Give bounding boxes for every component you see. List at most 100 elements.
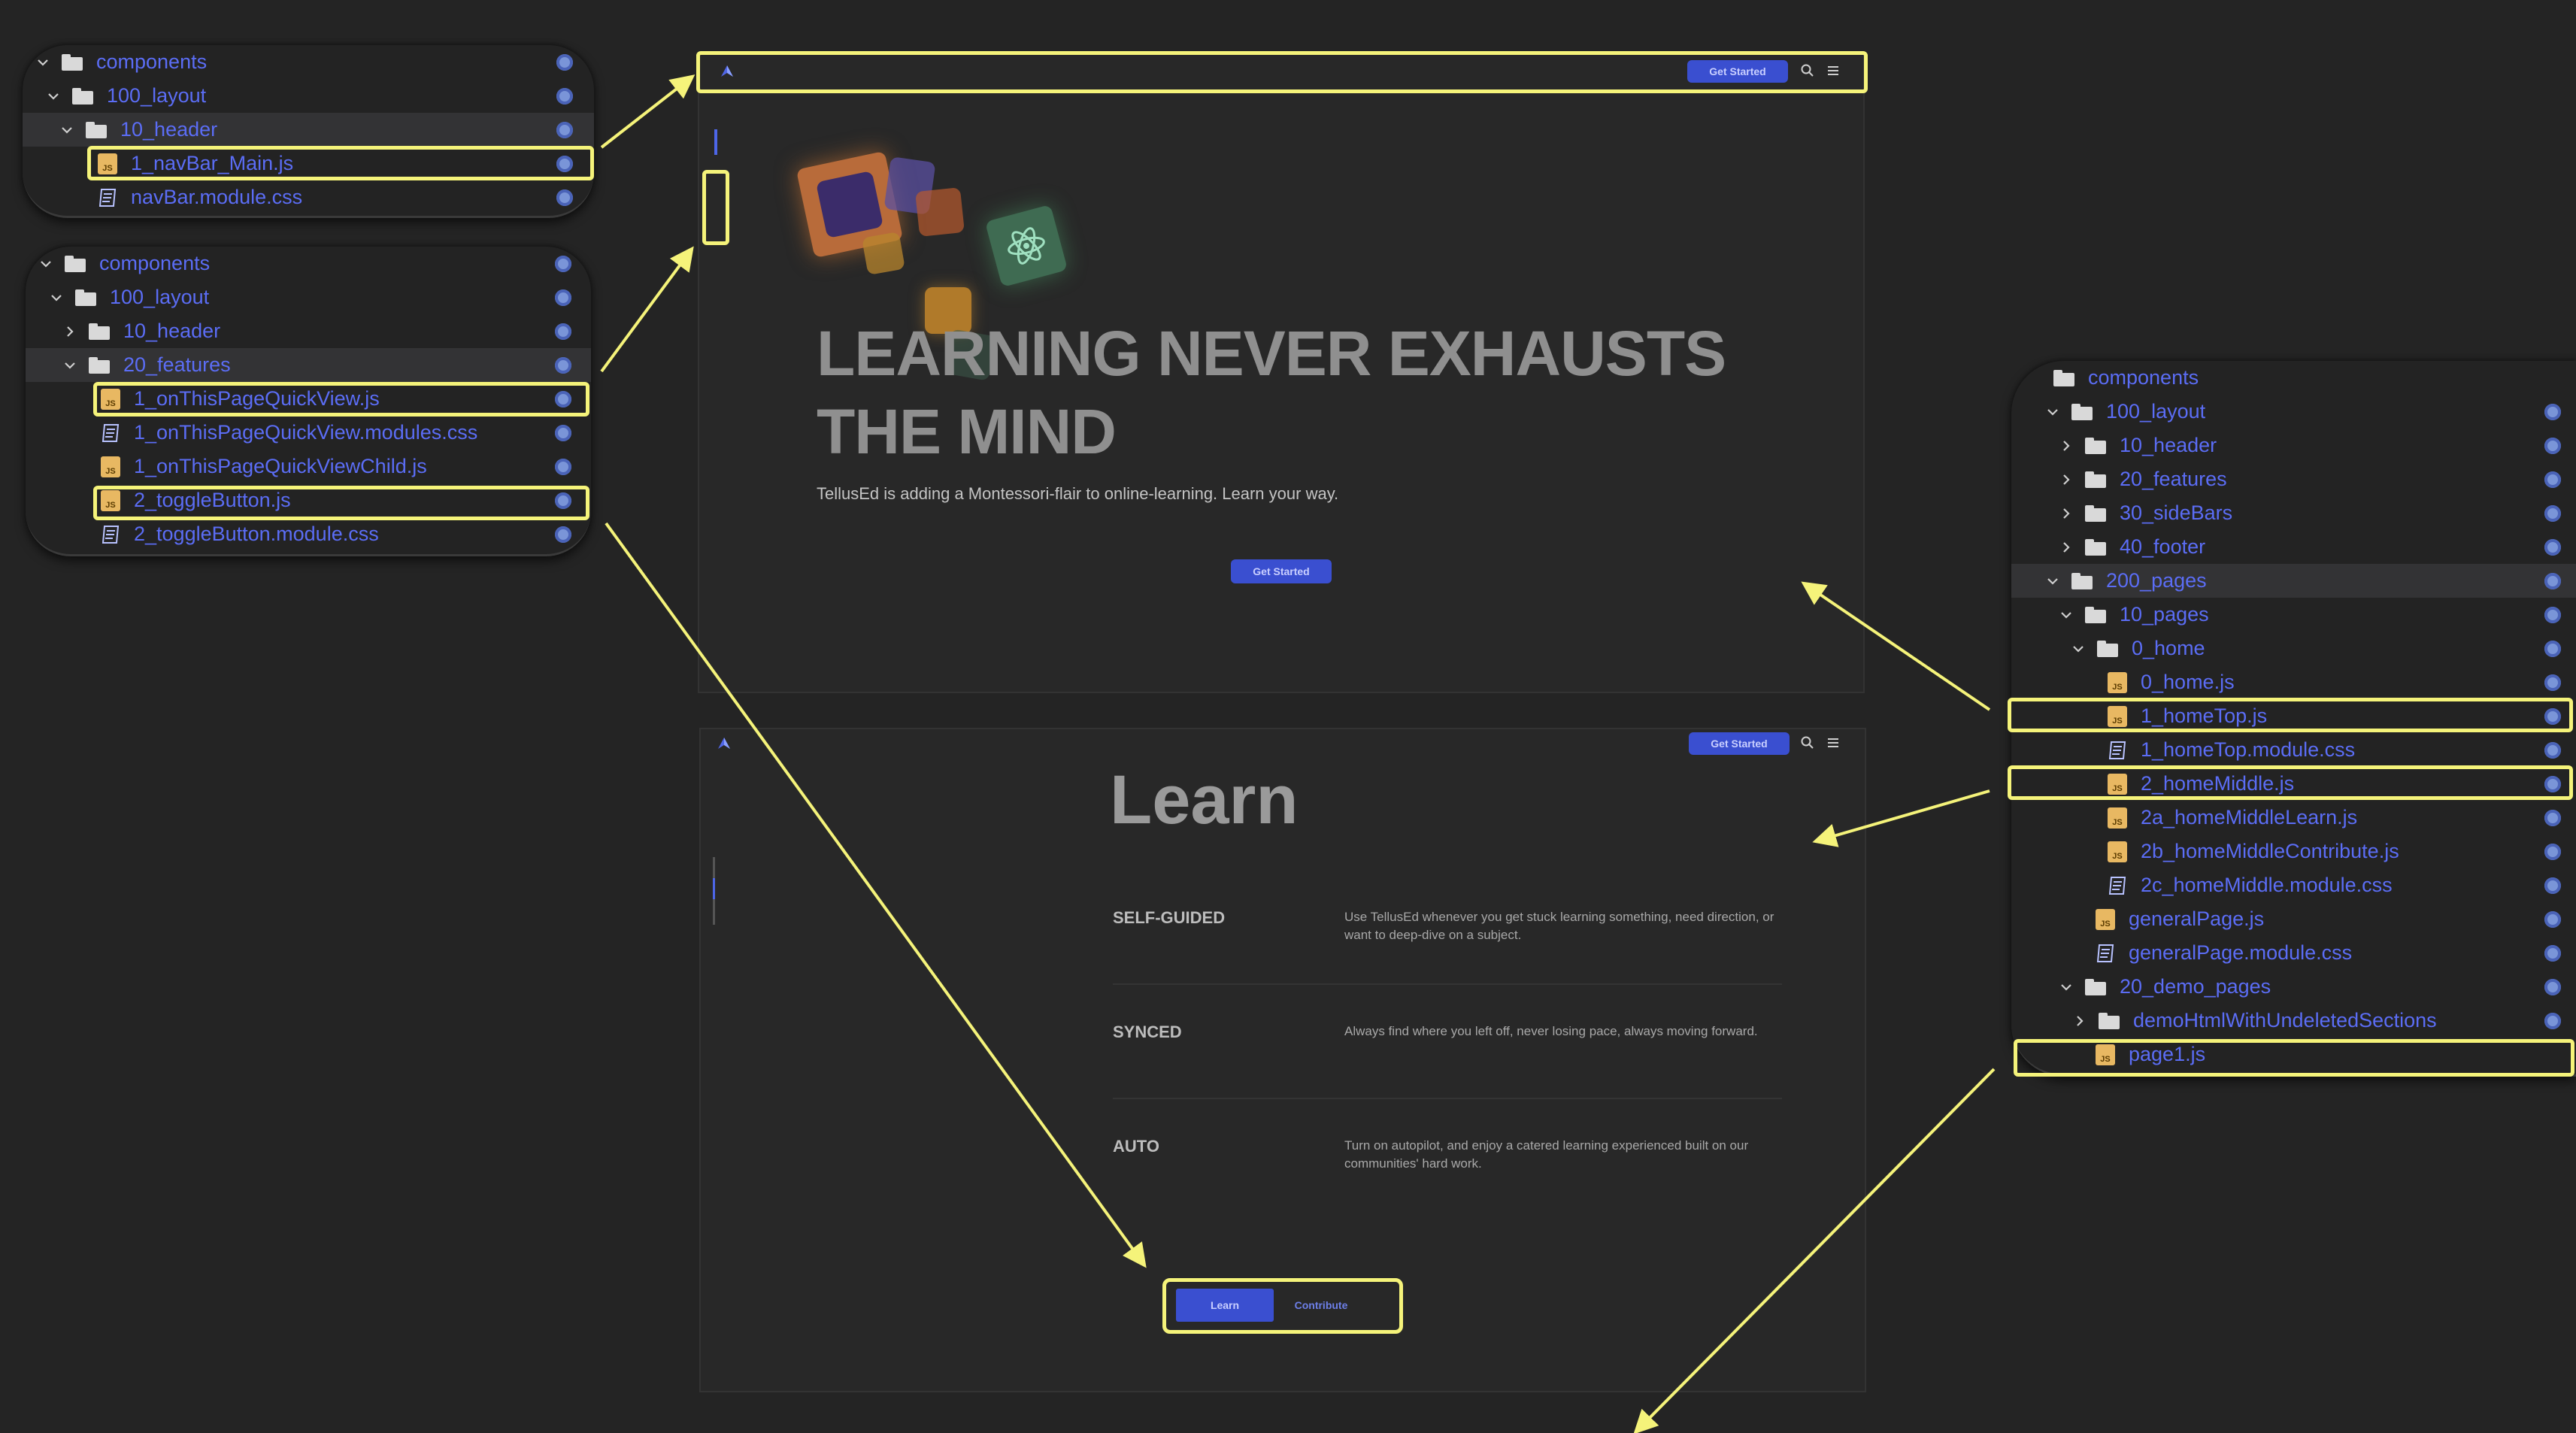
folder-icon [62, 53, 83, 71]
logo-icon [721, 65, 733, 77]
tree-row-100-layout[interactable]: 100_layout [26, 280, 591, 314]
chevron-right-icon [2058, 539, 2074, 556]
tree-row-20-features[interactable]: 20_features [26, 348, 591, 382]
tree-label: 1_onThisPageQuickViewChild.js [134, 455, 427, 477]
tree-row-100-layout[interactable]: 100_layout [2011, 395, 2576, 429]
status-dot [2544, 471, 2561, 488]
tree-row-quickview-child-js[interactable]: JS 1_onThisPageQuickViewChild.js [26, 450, 591, 483]
feature-name: AUTO [1113, 1137, 1159, 1156]
folder-icon [89, 356, 110, 374]
toggle-learn-button[interactable]: Learn [1176, 1289, 1274, 1322]
chevron-down-icon [59, 122, 75, 138]
get-started-nav-button[interactable]: Get Started [1687, 60, 1788, 83]
status-dot [555, 492, 571, 509]
orange-tile-icon [915, 187, 965, 237]
chevron-right-icon [2058, 438, 2074, 454]
tree-row-2a-js[interactable]: JS 2a_homeMiddleLearn.js [2011, 801, 2576, 835]
learn-title: Learn [1110, 762, 1299, 838]
status-dot [2544, 538, 2561, 556]
folder-icon [2085, 437, 2106, 454]
chevron-down-icon [2070, 641, 2087, 657]
tree-row-togglebutton-css[interactable]: 2_toggleButton.module.css [26, 517, 591, 551]
status-dot [556, 87, 573, 105]
toggle-contribute-button[interactable]: Contribute [1280, 1289, 1362, 1322]
tree-row-1-hometop-css[interactable]: 1_homeTop.module.css [2011, 733, 2576, 767]
tree-row-generalpage-js[interactable]: JS generalPage.js [2011, 902, 2576, 936]
js-file-icon: JS [2096, 908, 2115, 930]
tree-row-generalpage-css[interactable]: generalPage.module.css [2011, 936, 2576, 970]
get-started-nav-button[interactable]: Get Started [1689, 732, 1790, 755]
folder-icon [65, 255, 86, 272]
status-dot [2544, 843, 2561, 860]
tree-row-navbar-css[interactable]: navBar.module.css [23, 180, 594, 214]
chevron-down-icon [2044, 573, 2061, 589]
hero-subtitle: TellusEd is adding a Montessori-flair to… [817, 484, 1339, 503]
tree-row-1-hometop-js[interactable]: JS 1_homeTop.js [2011, 699, 2576, 733]
status-dot [2544, 504, 2561, 522]
tree-row-10-header[interactable]: 10_header [2011, 429, 2576, 462]
css-file-icon [2096, 943, 2115, 964]
css-file-icon [101, 524, 120, 545]
tree-row-10-pages[interactable]: 10_pages [2011, 598, 2576, 632]
folder-icon [2085, 471, 2106, 488]
tree-row-0-home[interactable]: 0_home [2011, 632, 2576, 665]
feature-desc: Turn on autopilot, and enjoy a catered l… [1344, 1138, 1749, 1171]
quickview-indicator-active [713, 878, 715, 899]
folder-icon [72, 87, 93, 105]
tree-row-0-home-js[interactable]: JS 0_home.js [2011, 665, 2576, 699]
chevron-down-icon [48, 289, 65, 306]
tree-label: 2c_homeMiddle.module.css [2141, 874, 2393, 896]
tree-row-components[interactable]: components [23, 45, 594, 79]
tree-row-20-features[interactable]: 20_features [2011, 462, 2576, 496]
menu-icon[interactable] [1826, 735, 1841, 750]
tree-label: 2_toggleButton.js [134, 489, 291, 511]
folder-icon [2053, 369, 2074, 386]
tree-row-components[interactable]: components [2011, 361, 2576, 395]
folder-icon [2071, 403, 2093, 420]
tree-row-2b-js[interactable]: JS 2b_homeMiddleContribute.js [2011, 835, 2576, 868]
tree-row-2-homemiddle-js[interactable]: JS 2_homeMiddle.js [2011, 767, 2576, 801]
status-dot [2544, 944, 2561, 962]
status-dot [2544, 1012, 2561, 1029]
search-icon[interactable] [1800, 735, 1815, 750]
folder-icon [2085, 606, 2106, 623]
status-dot [2544, 606, 2561, 623]
menu-icon[interactable] [1826, 63, 1841, 78]
feature-desc: Always find where you left off, never lo… [1344, 1024, 1758, 1038]
tree-row-navbar-main-js[interactable]: JS 1_navBar_Main.js [23, 147, 594, 180]
folder-icon [2085, 504, 2106, 522]
folder-icon [86, 121, 107, 138]
hero-title-line1: LEARNING NEVER EXHAUSTS [817, 318, 1726, 389]
chevron-down-icon [45, 88, 62, 105]
tree-row-page1-js[interactable]: JS page1.js [2011, 1038, 2576, 1071]
chevron-down-icon [2058, 979, 2074, 995]
tree-row-10-header[interactable]: 10_header [26, 314, 591, 348]
chevron-right-icon [2058, 505, 2074, 522]
status-dot [555, 424, 571, 441]
tree-row-30-sidebars[interactable]: 30_sideBars [2011, 496, 2576, 530]
tree-row-togglebutton-js[interactable]: JS 2_toggleButton.js [26, 483, 591, 517]
tree-row-40-footer[interactable]: 40_footer [2011, 530, 2576, 564]
tree-label: 2_homeMiddle.js [2141, 772, 2295, 795]
search-icon[interactable] [1800, 63, 1815, 78]
chevron-right-icon [2058, 471, 2074, 488]
tree-row-10-header[interactable]: 10_header [23, 113, 594, 147]
status-dot [2544, 437, 2561, 454]
tree-row-quickview-js[interactable]: JS 1_onThisPageQuickView.js [26, 382, 591, 416]
tree-row-200-pages[interactable]: 200_pages [2011, 564, 2576, 598]
tree-label: 1_homeTop.js [2141, 704, 2268, 727]
tree-label: components [99, 252, 211, 274]
tree-row-100-layout[interactable]: 100_layout [23, 79, 594, 113]
tree-panel-pages: components 100_layout 10_header 20_featu… [2011, 361, 2576, 1077]
tree-row-2c-css[interactable]: 2c_homeMiddle.module.css [2011, 868, 2576, 902]
tree-row-20-demo-pages[interactable]: 20_demo_pages [2011, 970, 2576, 1004]
tree-row-demohtml[interactable]: demoHtmlWithUndeletedSections [2011, 1004, 2576, 1038]
tree-row-components[interactable]: components [26, 247, 591, 280]
tree-row-quickview-css[interactable]: 1_onThisPageQuickView.modules.css [26, 416, 591, 450]
quickview-indicator[interactable] [714, 129, 717, 155]
status-dot [556, 121, 573, 138]
status-dot [2544, 572, 2561, 589]
get-started-cta-button[interactable]: Get Started [1231, 559, 1332, 583]
tree-label: 10_header [120, 118, 218, 141]
feature-name: SYNCED [1113, 1022, 1182, 1041]
